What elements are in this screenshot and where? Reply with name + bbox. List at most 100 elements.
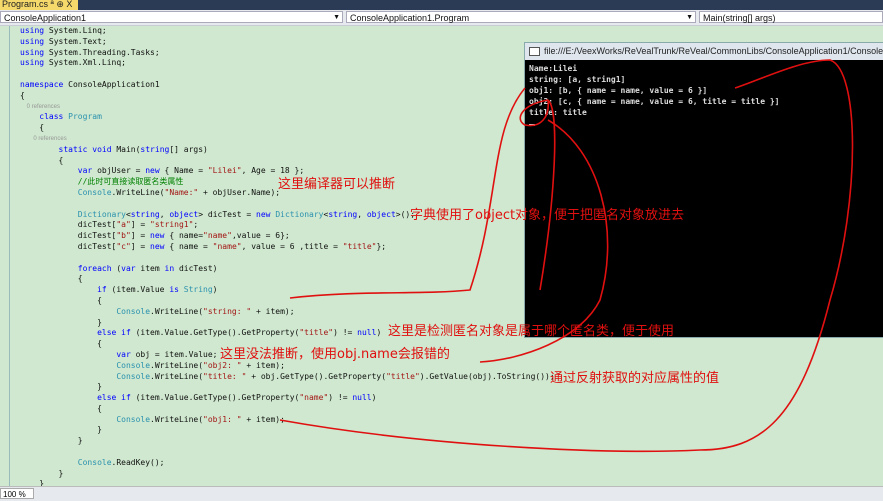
code-token: else if	[20, 393, 136, 403]
code-line: foreach (var item in dicTest)	[20, 264, 555, 275]
code-token: foreach	[20, 263, 117, 273]
code-line: Console.WriteLine("title: " + obj.GetTyp…	[20, 371, 555, 383]
code-token: {	[20, 274, 83, 284]
navigation-bar: ConsoleApplication1 ▼ ConsoleApplication1…	[0, 10, 883, 26]
code-token: )	[371, 393, 377, 403]
code-token: { name=	[169, 231, 204, 241]
tab-pin-close-icons[interactable]: ª ⊕ X	[51, 0, 73, 9]
project-label: ConsoleApplication1	[4, 13, 87, 23]
code-token: item	[140, 263, 165, 273]
code-line: using System.Threading.Tasks;	[20, 48, 555, 59]
code-token: is	[169, 285, 184, 295]
annotation-no-inference: 这里没法推断，使用obj.name会报错的	[220, 347, 450, 362]
code-token: .ReadKey();	[111, 457, 165, 467]
code-token: using	[20, 47, 49, 57]
code-line: Console.ReadKey();	[20, 458, 555, 469]
code-token: }	[20, 382, 102, 392]
code-token: "a"	[116, 220, 131, 230]
code-token: ).GetValue(obj).ToString());	[419, 371, 555, 381]
code-token: + item);	[241, 360, 285, 370]
project-dropdown[interactable]: ConsoleApplication1 ▼	[0, 11, 343, 23]
code-token: Console	[20, 457, 112, 467]
code-token: .WriteLine(	[150, 306, 204, 316]
code-line: {	[20, 404, 555, 415]
console-title-bar[interactable]: file:///E:/VeexWorks/ReVealTrunk/ReVeal/…	[525, 43, 883, 60]
code-token: using	[20, 26, 49, 35]
code-lines: using System.Linq; using System.Text; usin…	[20, 26, 555, 490]
code-line: using System.Xml.Linq;	[20, 58, 555, 69]
code-token: var	[20, 166, 98, 176]
zoom-dropdown[interactable]: 100 %	[0, 488, 34, 499]
code-line: using System.Text;	[20, 37, 555, 48]
code-token: string	[130, 209, 160, 219]
code-token: var	[121, 263, 141, 273]
class-dropdown[interactable]: ConsoleApplication1.Program ▼	[346, 11, 696, 23]
annotation-dictionary: 字典使用了object对象，便于把匿名对象放进去	[410, 208, 685, 223]
console-title: file:///E:/VeexWorks/ReVealTrunk/ReVeal/…	[544, 46, 883, 56]
code-line: }	[20, 436, 555, 447]
annotation-reflection: 通过反射获取的对应属性的值	[550, 371, 720, 386]
code-token: { name =	[169, 241, 213, 251]
code-line: {	[20, 296, 555, 307]
code-token: String	[183, 285, 213, 295]
code-token: , value = 6 ,title =	[241, 241, 343, 251]
code-token: if	[20, 285, 112, 295]
code-token: )	[212, 285, 218, 295]
code-line: using System.Linq;	[20, 26, 555, 37]
code-token: "string1"	[150, 220, 194, 230]
code-token: Dictionary	[275, 209, 324, 219]
gutter-line	[9, 26, 10, 486]
code-token: System.Xml.Linq;	[48, 58, 126, 68]
class-label: ConsoleApplication1.Program	[350, 13, 470, 23]
code-line: {	[20, 274, 555, 285]
code-line: class Program	[20, 112, 555, 123]
code-token: "name"	[212, 241, 242, 251]
code-token: Console	[20, 414, 151, 424]
code-line: dicTest["b"] = new { name="name",value =…	[20, 231, 555, 242]
member-label: Main(string[] args)	[703, 13, 776, 23]
code-token: {	[20, 123, 45, 133]
code-line: else if (item.Value.GetType().GetPropert…	[20, 393, 555, 404]
code-token: [] args)	[169, 144, 208, 154]
code-token: System.Text;	[48, 36, 107, 46]
code-line: 0 references	[20, 102, 555, 113]
code-token: + item);	[251, 306, 295, 316]
code-token: { Name =	[164, 166, 208, 176]
code-token: "title"	[299, 328, 334, 338]
code-token: "Lilei"	[207, 166, 242, 176]
code-token: ] =	[130, 220, 151, 230]
code-line: }	[20, 425, 555, 436]
code-token: {	[20, 155, 64, 165]
code-token: new	[256, 209, 276, 219]
code-token: .WriteLine(	[150, 371, 204, 381]
code-token: var	[20, 349, 136, 359]
code-token: System.Linq;	[48, 26, 107, 35]
code-token: in	[164, 263, 179, 273]
code-token: namespace	[20, 79, 69, 89]
code-token: )	[376, 328, 382, 338]
code-token: dicTest[	[20, 220, 117, 230]
tab-label: Program.cs	[2, 0, 49, 9]
code-token: Console	[20, 306, 151, 316]
console-window[interactable]: file:///E:/VeexWorks/ReVealTrunk/ReVeal/…	[524, 42, 883, 338]
code-line: Console.WriteLine("obj1: " + item);	[20, 415, 555, 426]
member-dropdown[interactable]: Main(string[] args)	[699, 11, 883, 23]
references-codelens[interactable]: 0 references	[20, 136, 66, 142]
code-line: dicTest["c"] = new { name = "name", valu…	[20, 242, 555, 253]
code-token: System.Threading.Tasks;	[48, 47, 160, 57]
annotation-detect-type: 这里是检测匿名对象是属于哪个匿名类，便于使用	[388, 324, 675, 339]
code-token: static void	[20, 144, 117, 154]
references-codelens[interactable]: 0 references	[20, 104, 60, 110]
code-line: }	[20, 469, 555, 480]
code-token: {	[20, 90, 25, 100]
code-token: + objUser.Name);	[198, 187, 281, 197]
code-token: class	[20, 112, 69, 122]
code-token: "b"	[116, 231, 131, 241]
code-token: "Name:"	[164, 187, 199, 197]
tab-program-cs[interactable]: Program.cs ª ⊕ X	[0, 0, 79, 10]
annotation-inference: 这里编译器可以推断	[278, 177, 396, 192]
code-token: "name"	[299, 393, 329, 403]
code-token: Dictionary	[20, 209, 126, 219]
